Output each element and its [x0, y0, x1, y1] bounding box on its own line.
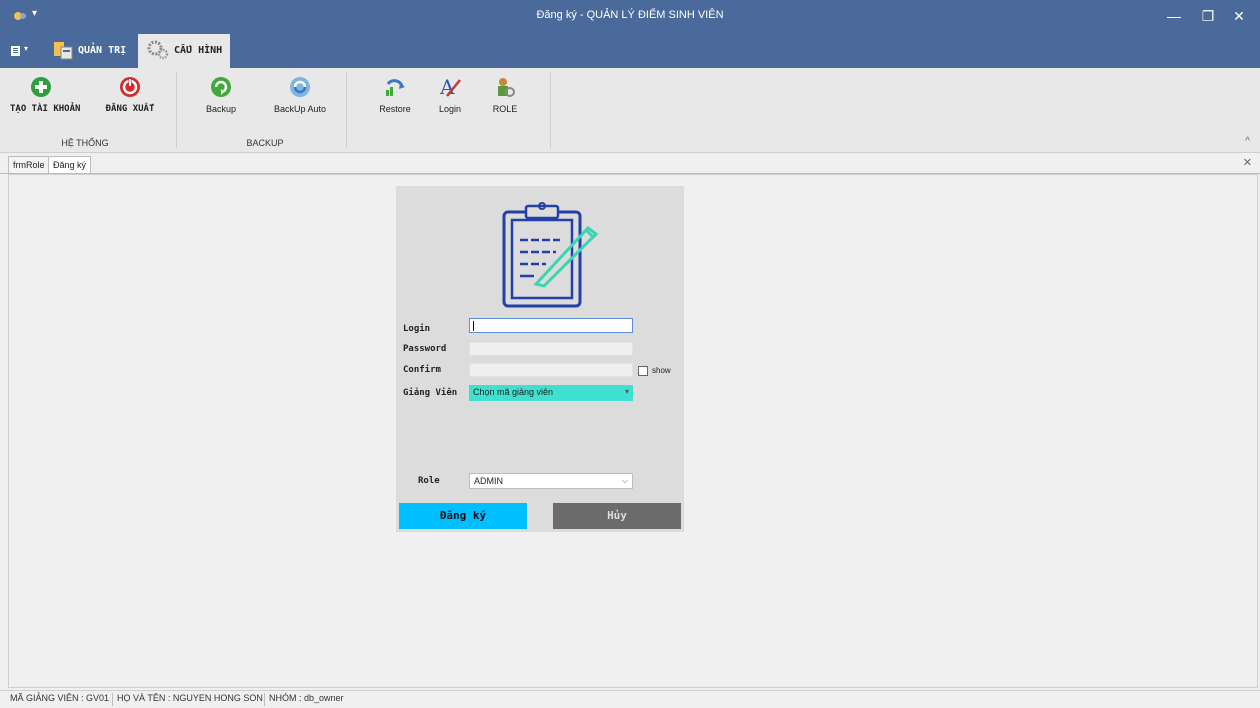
role-value: ADMIN: [474, 476, 503, 486]
giang-vien-value: Chọn mã giảng viên: [473, 387, 554, 397]
tab-cau-hinh-label: CẤU HÌNH: [174, 45, 223, 56]
backup-auto-icon: [290, 77, 310, 97]
register-button[interactable]: Đăng ký: [399, 503, 527, 529]
show-password-checkbox[interactable]: [638, 366, 648, 376]
role-button[interactable]: ROLE: [488, 74, 522, 114]
ribbon: TẠO TÀI KHOẢN ĐĂNG XUẤT HỆ THỐNG Backup …: [0, 68, 1260, 153]
close-document-icon[interactable]: ✕: [1243, 156, 1252, 169]
password-field-label: Password: [403, 344, 447, 354]
clipboard-icon: [502, 202, 599, 308]
giang-vien-select[interactable]: Chọn mã giảng viên ▾: [469, 385, 633, 401]
group-he-thong-label: HỆ THỐNG: [61, 138, 109, 148]
backup-button[interactable]: Backup: [196, 74, 246, 114]
add-circle-icon: [31, 77, 51, 97]
gears-icon: [147, 40, 169, 60]
group-backup-label: BACKUP: [246, 138, 284, 148]
window-title: Đăng ký - QUẢN LÝ ĐIỂM SINH VIÊN: [536, 9, 724, 21]
restore-button[interactable]: ❐: [1191, 4, 1225, 28]
text-edit-icon: A: [439, 75, 461, 99]
tab-cau-hinh[interactable]: CẤU HÌNH: [138, 34, 230, 68]
document-tabs: frmRole Đăng ký ✕: [0, 153, 1260, 174]
power-icon: [120, 77, 140, 97]
login-field-label: Login: [403, 324, 431, 334]
text-cursor: [473, 321, 474, 331]
login-button[interactable]: A Login: [432, 74, 468, 114]
cancel-button[interactable]: Hủy: [553, 503, 681, 529]
backup-label: Backup: [205, 104, 237, 114]
login-label: Login: [438, 104, 462, 114]
tab-quan-tri-label: QUẢN TRỊ: [78, 45, 127, 56]
giang-vien-field-label: Giảng Viên: [403, 388, 458, 398]
show-password-label: show: [652, 366, 671, 375]
restore-label: Restore: [379, 104, 411, 114]
ribbon-separator: [346, 72, 347, 148]
ribbon-separator: [550, 72, 551, 148]
chevron-down-icon: ▾: [624, 387, 629, 396]
file-menu-button[interactable]: ▾: [10, 44, 32, 60]
logout-label: ĐĂNG XUẤT: [105, 104, 155, 114]
collapse-ribbon-icon[interactable]: ^: [1245, 136, 1250, 147]
status-bar: MÃ GIẢNG VIÊN : GV01 HỌ VÀ TÊN : NGUYEN …: [0, 690, 1260, 708]
confirm-input[interactable]: [469, 363, 633, 377]
menu-icon: [11, 46, 20, 56]
title-bar: ▾ Đăng ký - QUẢN LÝ ĐIỂM SINH VIÊN — ❐ ✕: [0, 0, 1260, 34]
create-account-button[interactable]: TẠO TÀI KHOẢN: [10, 74, 81, 114]
create-account-label: TẠO TÀI KHOẢN: [10, 104, 81, 114]
password-input[interactable]: [469, 342, 633, 356]
status-ma-giang-vien: MÃ GIẢNG VIÊN : GV01: [10, 693, 110, 703]
tab-quan-tri[interactable]: QUẢN TRỊ: [52, 34, 132, 68]
tab-frmrole[interactable]: frmRole: [8, 156, 50, 173]
status-separator: [264, 693, 265, 706]
tab-dang-ky[interactable]: Đăng ký: [48, 156, 92, 173]
status-separator: [112, 693, 113, 706]
role-field-label: Role: [418, 476, 440, 486]
register-form: Login Password Confirm show Giảng Viên C…: [396, 186, 684, 532]
backup-auto-button[interactable]: BackUp Auto: [268, 74, 332, 114]
user-role-icon: [498, 78, 515, 97]
backup-icon: [211, 77, 231, 97]
ribbon-tab-row: ▾ QUẢN TRỊ CẤU HÌNH: [0, 34, 1260, 68]
close-button[interactable]: ✕: [1222, 4, 1256, 28]
admin-icon: [54, 42, 73, 60]
status-nhom: NHÓM : db_owner: [269, 693, 344, 703]
restore-db-button[interactable]: Restore: [370, 74, 420, 114]
logout-button[interactable]: ĐĂNG XUẤT: [102, 74, 158, 114]
backup-auto-label: BackUp Auto: [273, 104, 327, 114]
login-input[interactable]: [469, 318, 633, 333]
chevron-down-icon: ⌵: [621, 476, 628, 485]
status-ho-ten: HỌ VÀ TÊN : NGUYEN HONG SON: [117, 693, 263, 703]
role-label: ROLE: [492, 104, 518, 114]
role-select[interactable]: ADMIN ⌵: [469, 473, 633, 489]
restore-icon: [386, 79, 405, 96]
minimize-button[interactable]: —: [1157, 4, 1191, 28]
confirm-field-label: Confirm: [403, 365, 441, 375]
ribbon-separator: [176, 72, 177, 148]
